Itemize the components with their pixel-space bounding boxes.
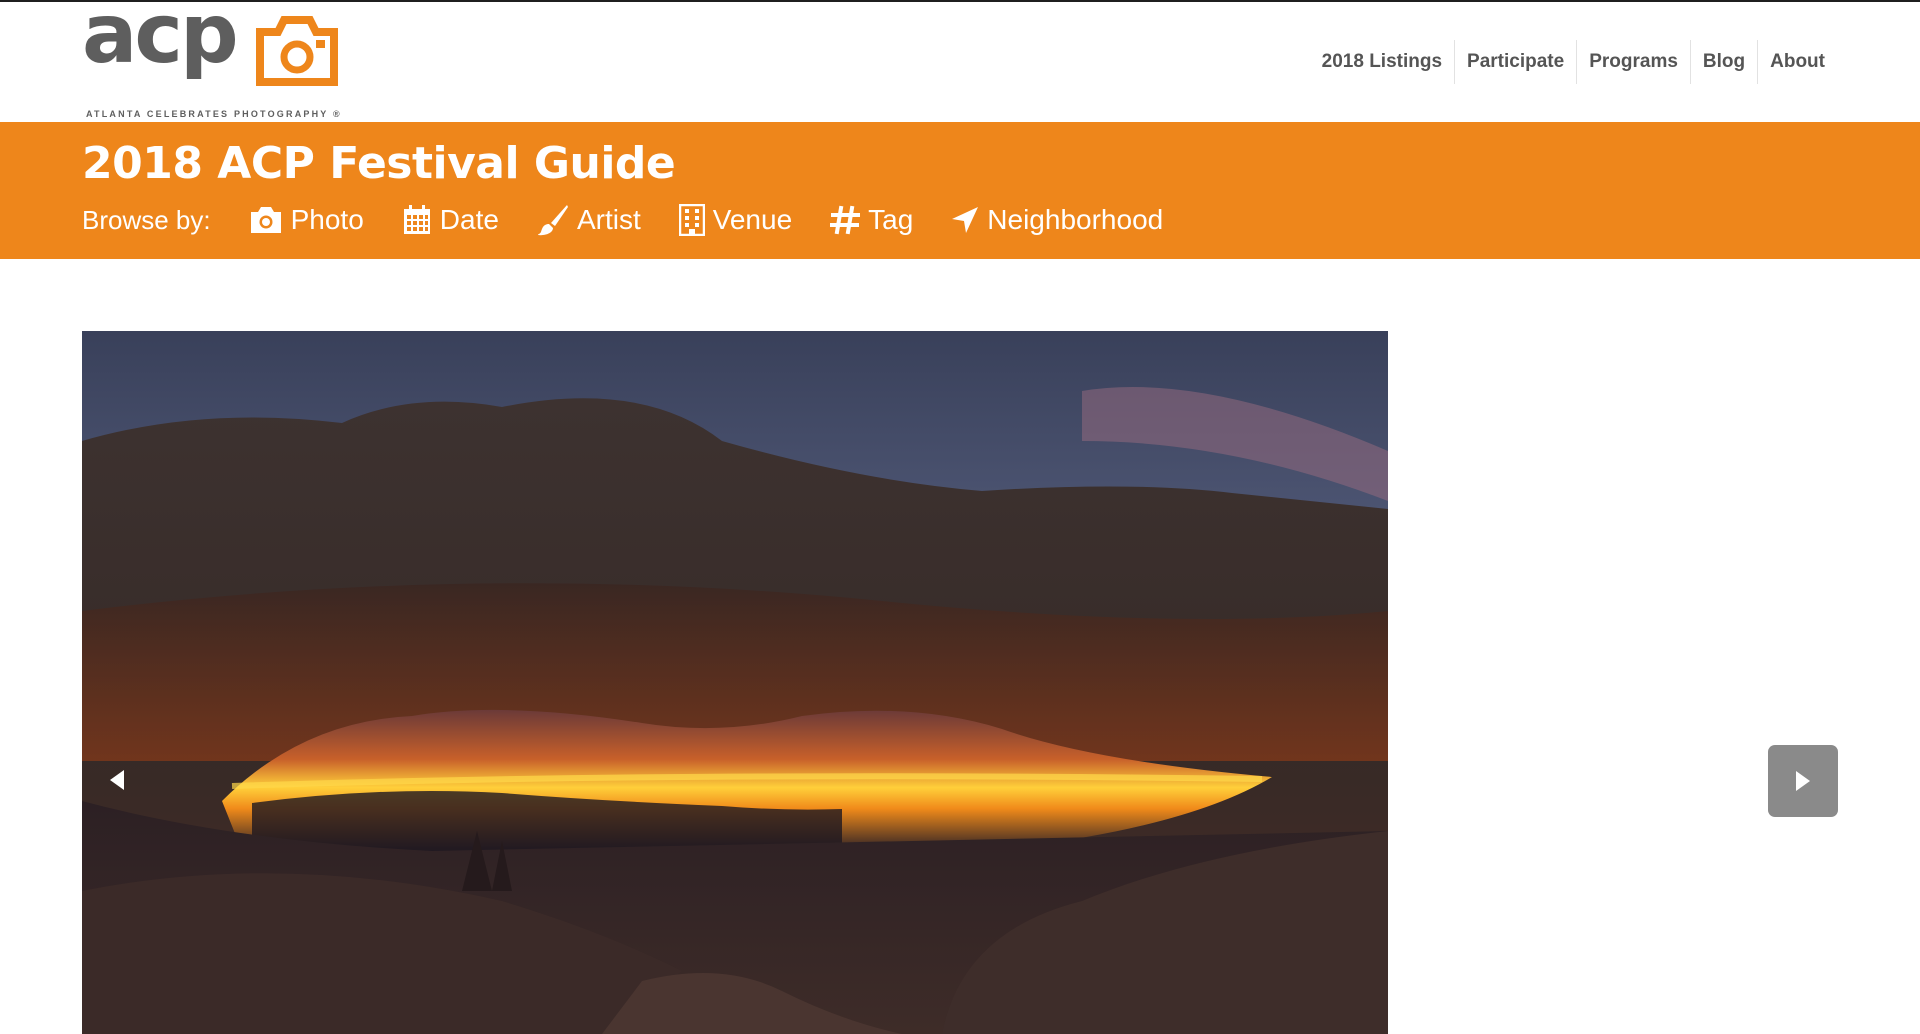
browse-photo-label: Photo [290,204,364,235]
photo-slider[interactable] [82,331,1388,1034]
browse-tag-link[interactable]: Tag [830,204,913,236]
featured-photo-mesa-arch-sunrise [82,331,1388,1034]
browse-date-label: Date [439,204,499,235]
logo-camera-icon [256,16,338,86]
browse-by-label: Browse by: [82,204,211,235]
logo-wordmark: acp [82,0,239,82]
festival-guide-banner: 2018 ACP Festival Guide Browse by: Photo [0,122,1920,259]
calendar-icon [403,205,430,234]
browse-by-bar: Browse by: Photo Date Artist Venue Tag N… [82,204,1201,236]
browse-artist-link[interactable]: Artist [537,204,641,236]
slider-prev-button[interactable] [82,750,152,810]
nav-about[interactable]: About [1757,40,1837,84]
building-icon [678,204,705,236]
nav-blog[interactable]: Blog [1689,40,1757,84]
acp-logo[interactable]: acp ATLANTA CELEBRATES PHOTOGRAPHY ® [82,0,362,122]
browse-neighborhood-link[interactable]: Neighborhood [951,204,1163,236]
logo-tagline: ATLANTA CELEBRATES PHOTOGRAPHY ® [86,109,342,119]
page-title: 2018 ACP Festival Guide [82,138,676,189]
nav-2018-listings[interactable]: 2018 Listings [1310,40,1454,84]
slider-next-button[interactable] [1768,745,1838,817]
browse-venue-link[interactable]: Venue [678,204,793,236]
location-arrow-icon [952,207,979,233]
caret-left-icon [110,770,124,790]
browse-photo-link[interactable]: Photo [249,204,364,236]
browse-date-link[interactable]: Date [402,204,499,236]
browse-venue-label: Venue [712,204,793,235]
nav-participate[interactable]: Participate [1454,40,1576,84]
main-nav: 2018 Listings Participate Programs Blog … [1310,40,1837,84]
browse-artist-label: Artist [576,204,641,235]
site-header: acp ATLANTA CELEBRATES PHOTOGRAPHY ® 201… [0,0,1920,122]
caret-right-icon [1796,771,1810,791]
camera-icon [250,207,281,233]
paintbrush-icon [537,205,568,236]
nav-programs[interactable]: Programs [1576,40,1690,84]
hashtag-icon [830,205,861,235]
browse-tag-label: Tag [868,204,914,235]
browse-neighborhood-label: Neighborhood [987,204,1164,235]
